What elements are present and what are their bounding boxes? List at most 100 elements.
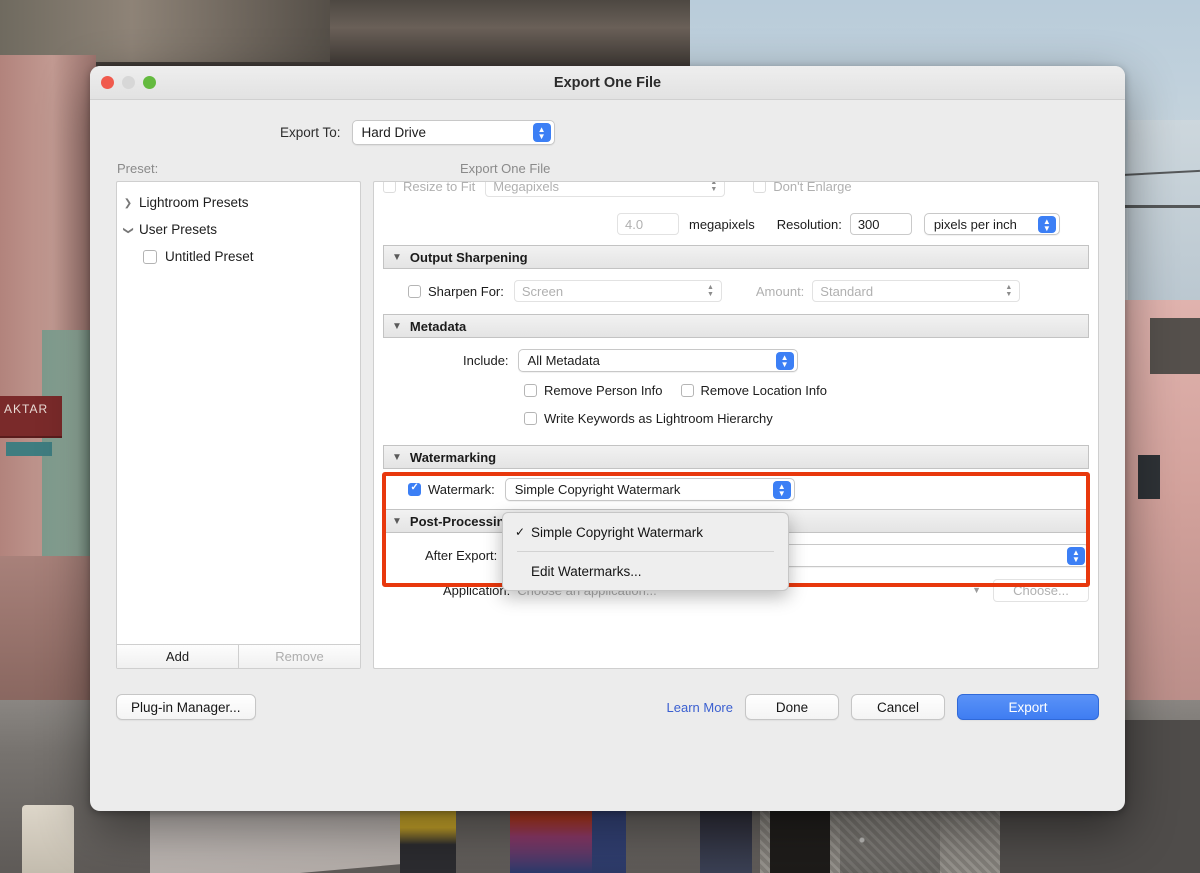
resolution-unit-value: pixels per inch — [934, 217, 1017, 232]
preset-actions: Add Remove — [117, 644, 360, 668]
resolution-row: 4.0 megapixels Resolution: 300 pixels pe… — [383, 211, 1089, 237]
megapixels-input[interactable]: 4.0 — [617, 213, 679, 235]
preset-tree: Lightroom Presets User Presets Untitled … — [117, 182, 360, 644]
menu-item-edit-watermarks[interactable]: Edit Watermarks... — [503, 557, 788, 585]
megapixels-value: 4.0 — [625, 217, 643, 232]
preset-checkbox[interactable] — [143, 250, 157, 264]
triangle-down-icon[interactable]: ▼ — [392, 252, 402, 263]
section-title: Post-Processing — [410, 514, 513, 529]
resolution-unit-dropdown[interactable]: pixels per inch ▲▼ — [924, 213, 1060, 235]
dont-enlarge-checkbox[interactable] — [753, 182, 766, 193]
add-preset-button[interactable]: Add — [117, 645, 239, 668]
output-sharpening-body: Sharpen For: Screen ▲▼ Amount: Standard … — [374, 269, 1098, 314]
resize-mode-dropdown[interactable]: Megapixels ▲▼ — [485, 182, 725, 197]
section-title: Output Sharpening — [410, 250, 528, 265]
dialog-titlebar: Export One File — [90, 66, 1125, 100]
include-label: Include: — [463, 353, 509, 368]
write-keywords-checkbox[interactable] — [524, 412, 537, 425]
section-header-output-sharpening[interactable]: ▼ Output Sharpening — [383, 245, 1089, 269]
background-right-window — [1138, 455, 1160, 499]
learn-more-link[interactable]: Learn More — [667, 700, 733, 715]
preset-sidebar: Lightroom Presets User Presets Untitled … — [116, 181, 361, 669]
plugin-manager-button[interactable]: Plug-in Manager... — [116, 694, 256, 720]
export-to-dropdown[interactable]: Hard Drive ▲▼ — [352, 120, 555, 145]
checkmark-icon: ✓ — [515, 525, 531, 539]
export-button[interactable]: Export — [957, 694, 1099, 720]
triangle-down-icon[interactable]: ▼ — [392, 516, 402, 527]
export-to-value: Hard Drive — [362, 125, 427, 140]
triangle-down-icon[interactable]: ▼ — [392, 452, 402, 463]
remove-info-row: Remove Person Info Remove Location Info — [383, 377, 1089, 403]
write-keywords-label: Write Keywords as Lightroom Hierarchy — [544, 411, 773, 426]
include-row: Include: All Metadata ▲▼ — [383, 347, 1089, 373]
watermark-value: Simple Copyright Watermark — [515, 482, 681, 497]
background-shop-sign-2 — [6, 442, 52, 456]
menu-item-simple-copyright-watermark[interactable]: ✓ Simple Copyright Watermark — [503, 518, 788, 546]
metadata-body: Include: All Metadata ▲▼ Remove Person I… — [374, 338, 1098, 441]
sidebar-item-lightroom-presets[interactable]: Lightroom Presets — [117, 189, 360, 216]
triangle-down-icon[interactable]: ▼ — [392, 321, 402, 332]
preset-header-row: Preset: Export One File — [90, 161, 1125, 176]
chevron-updown-icon: ▲▼ — [1038, 216, 1056, 233]
resolution-input[interactable]: 300 — [850, 213, 912, 235]
sidebar-item-user-presets[interactable]: User Presets — [117, 216, 360, 243]
background-right-roof — [1150, 318, 1200, 374]
remove-person-info-checkbox[interactable] — [524, 384, 537, 397]
chevron-down-icon[interactable] — [117, 224, 139, 236]
watermark-checkbox[interactable] — [408, 483, 421, 496]
remove-person-info-label: Remove Person Info — [544, 383, 663, 398]
export-to-label: Export To: — [280, 125, 341, 140]
dialog-body: Lightroom Presets User Presets Untitled … — [90, 176, 1125, 669]
chevron-updown-icon: ▲▼ — [997, 284, 1012, 298]
background-wire-2 — [1120, 205, 1200, 208]
preset-current-value: Export One File — [208, 161, 550, 176]
chevron-updown-icon: ▲▼ — [699, 284, 714, 298]
section-header-watermarking[interactable]: ▼ Watermarking — [383, 445, 1089, 469]
sharpen-for-checkbox[interactable] — [408, 285, 421, 298]
metadata-include-dropdown[interactable]: All Metadata ▲▼ — [518, 349, 798, 372]
dialog-title: Export One File — [90, 66, 1125, 99]
include-value: All Metadata — [528, 353, 600, 368]
amount-label: Amount: — [756, 284, 804, 299]
sharpen-for-value: Screen — [522, 284, 563, 299]
resize-to-fit-row: Resize to Fit Megapixels ▲▼ Don't Enlarg… — [383, 182, 1089, 199]
background-shop-sign-text: AKTAR — [0, 396, 62, 416]
megapixels-label: megapixels — [689, 217, 755, 232]
chevron-updown-icon: ▲▼ — [776, 352, 794, 370]
remove-preset-button: Remove — [239, 645, 360, 668]
watermark-label: Watermark: — [428, 482, 495, 497]
amount-dropdown[interactable]: Standard ▲▼ — [812, 280, 1020, 302]
done-button[interactable]: Done — [745, 694, 839, 720]
export-settings-panel[interactable]: Resize to Fit Megapixels ▲▼ Don't Enlarg… — [373, 181, 1099, 669]
dont-enlarge-label: Don't Enlarge — [773, 182, 851, 194]
image-sizing-section-clipped: Resize to Fit Megapixels ▲▼ Don't Enlarg… — [374, 182, 1098, 245]
sidebar-item-label: Untitled Preset — [165, 249, 254, 264]
sharpen-for-label: Sharpen For: — [428, 284, 504, 299]
cancel-button[interactable]: Cancel — [851, 694, 945, 720]
chevron-right-icon[interactable] — [117, 197, 139, 209]
background-top-building-2 — [0, 0, 330, 62]
chevron-updown-icon: ▲▼ — [773, 481, 791, 499]
watermarking-body: Watermark: Simple Copyright Watermark ▲▼ — [374, 469, 1098, 509]
watermark-dropdown-menu[interactable]: ✓ Simple Copyright Watermark Edit Waterm… — [502, 512, 789, 591]
amount-value: Standard — [820, 284, 873, 299]
watermark-dropdown[interactable]: Simple Copyright Watermark ▲▼ — [505, 478, 795, 501]
section-header-metadata[interactable]: ▼ Metadata — [383, 314, 1089, 338]
background-shop-sign: AKTAR — [0, 396, 62, 438]
resolution-label: Resolution: — [777, 217, 842, 232]
footer-actions: Learn More Done Cancel Export — [667, 694, 1099, 720]
sharpen-for-dropdown[interactable]: Screen ▲▼ — [514, 280, 722, 302]
chevron-updown-icon: ▲▼ — [1067, 547, 1085, 565]
watermark-row: Watermark: Simple Copyright Watermark ▲▼ — [383, 476, 1089, 502]
remove-location-info-checkbox[interactable] — [681, 384, 694, 397]
sidebar-item-untitled-preset[interactable]: Untitled Preset — [117, 243, 360, 270]
triangle-down-icon[interactable]: ▼ — [972, 585, 981, 595]
sidebar-item-label: Lightroom Presets — [139, 195, 249, 210]
remove-location-info-label: Remove Location Info — [701, 383, 827, 398]
resize-to-fit-label: Resize to Fit — [403, 182, 475, 194]
section-title: Metadata — [410, 319, 466, 334]
resize-to-fit-checkbox[interactable] — [383, 182, 396, 193]
choose-application-button: Choose... — [993, 579, 1089, 602]
choose-label: Choose... — [1013, 583, 1069, 598]
menu-separator — [517, 551, 774, 552]
